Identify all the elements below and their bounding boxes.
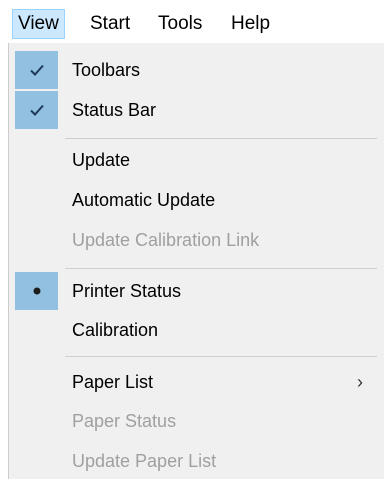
menu-item-update[interactable]: Update xyxy=(9,140,377,180)
radio-indicator xyxy=(15,272,58,310)
radio-dot-icon xyxy=(33,287,40,295)
menu-start[interactable]: Start xyxy=(85,9,135,39)
menu-item-label: Update xyxy=(72,150,131,170)
menu-item-calibration[interactable]: Calibration xyxy=(9,310,377,350)
menu-item-paper-list[interactable]: Paper List › xyxy=(9,362,377,402)
menu-item-label: Paper List xyxy=(72,372,154,392)
menu-bar: View Start Tools Help xyxy=(0,0,384,44)
menu-view[interactable]: View xyxy=(12,9,65,39)
menu-item-label: Update Calibration Link xyxy=(72,230,260,250)
menu-item-label: Automatic Update xyxy=(72,190,216,210)
menu-tools[interactable]: Tools xyxy=(153,9,207,39)
menu-item-label: Calibration xyxy=(72,320,159,340)
checkmark-icon xyxy=(29,104,44,116)
chevron-right-icon: › xyxy=(357,372,363,392)
menu-item-toolbars[interactable]: Toolbars xyxy=(9,50,377,90)
checkmark-icon xyxy=(29,64,44,76)
view-dropdown-menu: Toolbars Status Bar Update Automatic Upd… xyxy=(8,43,384,479)
menu-separator xyxy=(65,138,377,139)
menu-item-label: Status Bar xyxy=(72,100,157,120)
menu-item-update-paper-list: Update Paper List xyxy=(9,441,377,481)
menu-item-label: Update Paper List xyxy=(72,451,217,471)
menu-item-status-bar[interactable]: Status Bar xyxy=(9,90,377,130)
menu-help[interactable]: Help xyxy=(226,9,275,39)
checked-indicator xyxy=(15,51,58,89)
menu-item-update-calibration-link: Update Calibration Link xyxy=(9,220,377,260)
menu-item-automatic-update[interactable]: Automatic Update xyxy=(9,180,377,220)
menu-item-printer-status[interactable]: Printer Status xyxy=(9,271,377,311)
checked-indicator xyxy=(15,91,58,129)
menu-separator xyxy=(65,356,377,357)
menu-item-label: Printer Status xyxy=(72,281,182,301)
menu-item-label: Paper Status xyxy=(72,411,177,431)
menu-separator xyxy=(65,268,377,269)
menu-item-paper-status: Paper Status xyxy=(9,401,377,441)
menu-item-label: Toolbars xyxy=(72,60,141,80)
